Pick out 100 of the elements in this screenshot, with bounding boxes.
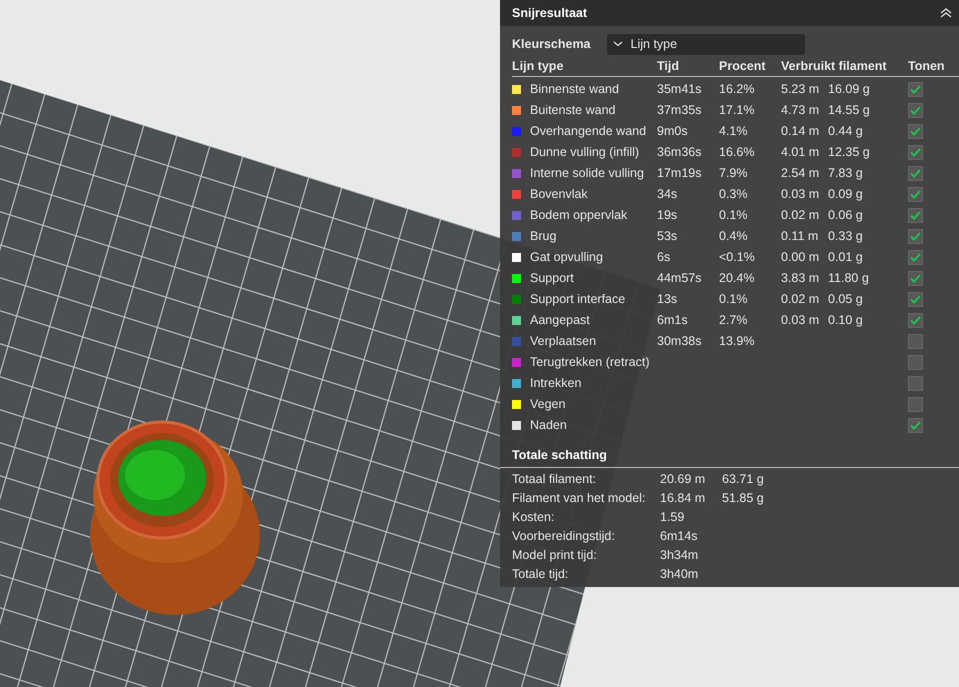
table-cell: 0.4% bbox=[719, 229, 748, 243]
show-checkbox[interactable] bbox=[908, 334, 923, 349]
panel-title: Snijresultaat bbox=[512, 4, 588, 22]
table-cell: 0.44 g bbox=[828, 124, 863, 138]
table-cell: 16.09 g bbox=[828, 82, 870, 96]
table-cell: 7.9% bbox=[719, 166, 748, 180]
table-cell: 0.02 m bbox=[781, 292, 820, 306]
table-cell: 0.00 m bbox=[781, 250, 820, 264]
table-cell: 20.4% bbox=[719, 271, 754, 285]
table-cell: <0.1% bbox=[719, 250, 755, 264]
table-cell: 0.10 g bbox=[828, 313, 863, 327]
table-cell: 13s bbox=[657, 292, 678, 306]
table-cell: 0.05 g bbox=[828, 292, 863, 306]
table-cell: 4.01 m bbox=[781, 145, 820, 159]
line-type-name: Intrekken bbox=[530, 375, 582, 392]
table-cell: 44m57s bbox=[657, 271, 702, 285]
table-cell: 0.33 g bbox=[828, 229, 863, 243]
summary-value: 51.85 g bbox=[722, 490, 764, 505]
table-cell: 0.14 m bbox=[781, 124, 820, 138]
show-checkbox[interactable] bbox=[908, 292, 923, 307]
show-checkbox[interactable] bbox=[908, 271, 923, 286]
table-cell: 2.7% bbox=[719, 313, 748, 327]
table-cell: 9m0s bbox=[657, 124, 688, 138]
table-cell: 17m19s bbox=[657, 166, 702, 180]
show-checkbox[interactable] bbox=[908, 250, 923, 265]
summary-value: 63.71 g bbox=[722, 472, 764, 486]
summary-label: Totale tijd: bbox=[512, 566, 568, 581]
show-checkbox[interactable] bbox=[908, 397, 923, 412]
table-cell: 2.54 m bbox=[781, 166, 820, 180]
table-cell: 0.02 m bbox=[781, 208, 820, 222]
line-type-name: Overhangende wand bbox=[530, 123, 646, 140]
summary-label: Model print tijd: bbox=[512, 548, 597, 562]
table-cell: 4.73 m bbox=[781, 103, 820, 117]
line-type-name: Brug bbox=[530, 228, 556, 245]
table-cell: 0.03 m bbox=[781, 313, 820, 327]
line-type-name: Buitenste wand bbox=[530, 102, 616, 119]
column-header: Tijd bbox=[657, 56, 719, 77]
column-header: Verbruikt filament bbox=[781, 56, 908, 77]
table-cell: 36m36s bbox=[657, 145, 702, 159]
table-cell: 12.35 g bbox=[828, 145, 870, 159]
table-cell: 14.55 g bbox=[828, 103, 870, 117]
table-cell: 3.83 m bbox=[781, 271, 820, 285]
table-cell: 11.80 g bbox=[828, 271, 869, 285]
show-checkbox[interactable] bbox=[908, 124, 923, 139]
line-type-name: Aangepast bbox=[530, 312, 590, 329]
line-type-name: Terugtrekken (retract) bbox=[530, 354, 650, 371]
table-cell: 4.1% bbox=[719, 124, 748, 138]
column-header: Lijn type bbox=[512, 56, 657, 77]
section-title: Totale schatting bbox=[500, 442, 959, 468]
table-cell: 6s bbox=[657, 250, 670, 264]
table-cell: 0.03 m bbox=[781, 187, 820, 201]
table-cell: 19s bbox=[657, 208, 678, 222]
table-cell: 30m38s bbox=[657, 334, 702, 348]
show-checkbox[interactable] bbox=[908, 145, 923, 160]
table-cell: 13.9% bbox=[719, 334, 754, 348]
chevron-down-icon bbox=[612, 41, 623, 47]
line-type-name: Verplaatsen bbox=[530, 333, 596, 350]
color-scheme-label: Kleurschema bbox=[512, 36, 591, 53]
collapse-icon[interactable] bbox=[939, 7, 953, 19]
line-type-name: Support bbox=[530, 270, 574, 287]
show-checkbox[interactable] bbox=[908, 229, 923, 244]
line-type-name: Support interface bbox=[530, 291, 626, 308]
summary-label: Totaal filament: bbox=[512, 472, 596, 486]
show-checkbox[interactable] bbox=[908, 208, 923, 223]
table-cell: 5.23 m bbox=[781, 82, 820, 96]
show-checkbox[interactable] bbox=[908, 376, 923, 391]
table-cell: 0.09 g bbox=[828, 187, 863, 201]
table-cell: 37m35s bbox=[657, 103, 702, 117]
show-checkbox[interactable] bbox=[908, 418, 923, 433]
table-cell: 0.01 g bbox=[828, 250, 863, 264]
table-cell: 7.83 g bbox=[828, 166, 863, 180]
summary-label: Filament van het model: bbox=[512, 490, 646, 505]
column-header: Procent bbox=[719, 56, 781, 77]
line-type-name: Vegen bbox=[530, 396, 566, 413]
line-type-name: Gat opvulling bbox=[530, 249, 603, 266]
table-cell: 17.1% bbox=[719, 103, 754, 117]
show-checkbox[interactable] bbox=[908, 166, 923, 181]
summary-value: 3h34m bbox=[660, 548, 698, 562]
table-cell: 35m41s bbox=[657, 82, 702, 96]
summary-label: Kosten: bbox=[512, 510, 554, 524]
table-cell: 0.11 m bbox=[781, 229, 818, 243]
line-type-name: Interne solide vulling bbox=[530, 165, 644, 182]
color-scheme-dropdown[interactable]: Lijn type bbox=[606, 34, 805, 54]
summary-value: 1.59 bbox=[660, 510, 684, 524]
line-type-name: Dunne vulling (infill) bbox=[530, 144, 640, 161]
show-checkbox[interactable] bbox=[908, 313, 923, 328]
summary-value: 20.69 m bbox=[660, 472, 706, 486]
table-cell: 0.1% bbox=[719, 292, 748, 306]
summary-value: 3h40m bbox=[660, 566, 698, 581]
show-checkbox[interactable] bbox=[908, 355, 923, 370]
line-type-name: Bodem oppervlak bbox=[530, 207, 628, 224]
show-checkbox[interactable] bbox=[908, 103, 923, 118]
table-cell: 0.3% bbox=[719, 187, 748, 201]
summary-label: Voorbereidingstijd: bbox=[512, 528, 615, 543]
show-checkbox[interactable] bbox=[908, 82, 923, 97]
show-checkbox[interactable] bbox=[908, 187, 923, 202]
summary-value: 16.84 m bbox=[660, 490, 706, 505]
table-cell: 34s bbox=[657, 187, 678, 201]
line-type-name: Binnenste wand bbox=[530, 81, 619, 98]
line-type-name: Naden bbox=[530, 417, 567, 434]
